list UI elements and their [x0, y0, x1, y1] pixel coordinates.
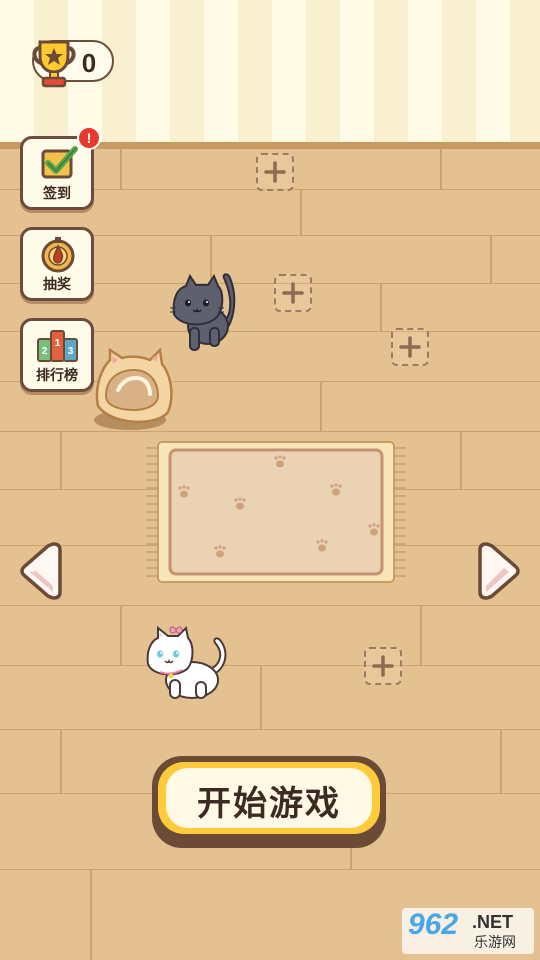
empty-slot[interactable]	[364, 647, 402, 685]
game-screen: 0 签到 ! 抽奖 2 1 3 排行榜 开始游戏 962 .NET 乐游网	[0, 0, 540, 960]
checkin-label: 签到	[43, 186, 71, 202]
ranking-label: 排行榜	[36, 368, 78, 384]
rank-3: 3	[68, 346, 74, 357]
paw-rug	[146, 441, 406, 583]
site-watermark: 962 .NET 乐游网	[402, 908, 534, 954]
empty-slot[interactable]	[256, 153, 294, 191]
plus-icon	[399, 336, 421, 358]
checkbox-check-icon	[41, 146, 78, 179]
lottery-button[interactable]: 抽奖	[20, 227, 94, 301]
plus-icon	[282, 282, 304, 304]
rank-1: 1	[55, 338, 61, 349]
watermark-number: 962	[408, 908, 459, 941]
watermark-suffix: .NET	[472, 912, 514, 932]
notification-badge: !	[77, 126, 101, 150]
rank-2: 2	[42, 346, 48, 357]
start-game-button[interactable]: 开始游戏	[152, 756, 386, 848]
white-cat[interactable]	[140, 624, 232, 704]
plus-icon	[264, 161, 286, 183]
podium-cards-icon: 2 1 3	[37, 330, 78, 362]
start-button-rim: 开始游戏	[158, 762, 380, 834]
watermark-site: 乐游网	[474, 935, 516, 951]
trophy-icon	[32, 40, 76, 88]
empty-slot[interactable]	[274, 274, 312, 312]
plus-icon	[372, 655, 394, 677]
cat-bed[interactable]	[88, 346, 178, 436]
arrow-left-button[interactable]	[20, 540, 62, 602]
lottery-label: 抽奖	[43, 277, 71, 293]
ranking-button[interactable]: 2 1 3 排行榜	[20, 318, 94, 392]
start-game-label: 开始游戏	[197, 784, 341, 824]
gray-cat[interactable]	[168, 270, 238, 354]
arrow-right-button[interactable]	[478, 540, 520, 602]
lottery-coin-icon	[41, 237, 75, 273]
trophy-count: 0	[81, 48, 97, 78]
empty-slot[interactable]	[391, 328, 429, 366]
start-button-face: 开始游戏	[166, 768, 372, 828]
